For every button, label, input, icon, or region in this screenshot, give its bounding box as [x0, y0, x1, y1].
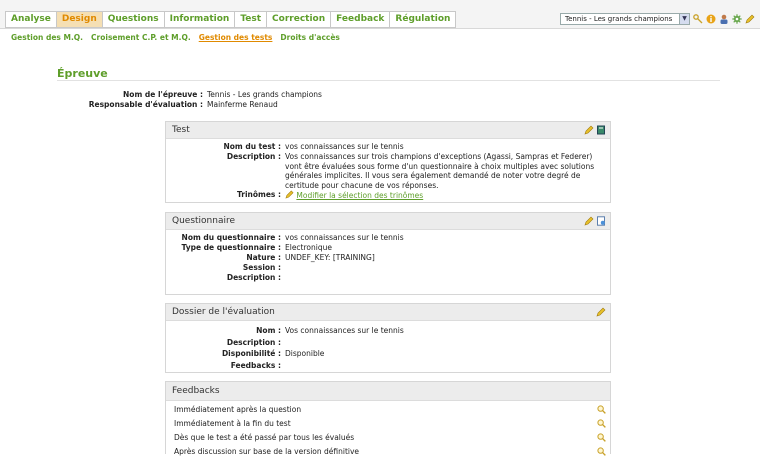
- test-desc-value: Vos connaissances sur trois champions d'…: [285, 152, 595, 190]
- trinomes-edit[interactable]: Modifier la sélection des trinômes: [281, 190, 601, 201]
- test-name-label: Nom du test :: [223, 142, 281, 151]
- tab-correction[interactable]: Correction: [267, 12, 332, 27]
- d-desc-value: [281, 337, 601, 349]
- test-panel-title: Test: [172, 125, 190, 135]
- toolbar: Tennis - Les grands champions ▼: [560, 13, 755, 25]
- chevron-down-icon: ▼: [679, 14, 689, 24]
- info-icon[interactable]: [706, 14, 716, 24]
- pencil-icon[interactable]: [596, 307, 606, 317]
- q-nature-label: Nature :: [246, 253, 281, 262]
- page-title: Épreuve: [57, 67, 108, 80]
- main-menu: Analyse Design Questions Information Tes…: [5, 11, 457, 28]
- magnifier-icon[interactable]: [597, 405, 606, 414]
- user-icon[interactable]: [719, 14, 729, 24]
- title-divider: [57, 80, 720, 81]
- dossier-panel-title: Dossier de l'évaluation: [172, 307, 275, 317]
- subnav-gestion-tests[interactable]: Gestion des tests: [199, 33, 273, 42]
- feedback-label: Immédiatement après la question: [174, 405, 302, 414]
- feedback-label: Immédiatement à la fin du test: [174, 419, 291, 428]
- q-name-value: vos connaissances sur le tennis: [285, 233, 404, 242]
- epreuve-resp-label: Responsable d'évaluation :: [88, 100, 203, 109]
- tab-test[interactable]: Test: [235, 12, 268, 27]
- d-name-value: Vos connaissances sur le tennis: [285, 326, 404, 335]
- feedback-row: Dès que le test a été passé par tous les…: [166, 431, 610, 445]
- feedbacks-panel: Feedbacks Immédiatement après la questio…: [165, 381, 611, 456]
- document-icon[interactable]: [596, 216, 606, 226]
- dossier-panel: Dossier de l'évaluation Nom : Vos connai…: [165, 303, 611, 373]
- tab-analyse[interactable]: Analyse: [6, 12, 57, 27]
- epreuve-name-label: Nom de l'épreuve :: [123, 90, 203, 99]
- epreuve-resp-value: Mainferme Renaud: [207, 100, 278, 109]
- key-icon[interactable]: [693, 14, 703, 24]
- pencil-icon[interactable]: [745, 14, 755, 24]
- magnifier-icon[interactable]: [597, 419, 606, 428]
- tab-information[interactable]: Information: [165, 12, 236, 27]
- d-feedbacks-value: [281, 360, 601, 372]
- d-feedbacks-label: Feedbacks :: [230, 360, 281, 370]
- feedback-label: Après discussion sur base de la version …: [174, 447, 360, 456]
- book-icon[interactable]: [596, 125, 606, 135]
- d-dispo-label: Disponibilité :: [221, 349, 281, 358]
- gear-icon[interactable]: [732, 14, 742, 24]
- top-bar: Analyse Design Questions Information Tes…: [0, 0, 760, 29]
- feedback-row: Immédiatement à la fin du test: [166, 417, 610, 431]
- feedbacks-panel-title: Feedbacks: [172, 386, 220, 396]
- subnav-gestion-mq[interactable]: Gestion des M.Q.: [11, 33, 83, 42]
- questionnaire-panel-header: Questionnaire: [166, 213, 610, 230]
- tab-feedback[interactable]: Feedback: [331, 12, 391, 27]
- test-desc-label: Description :: [226, 152, 281, 161]
- subnav-croisement[interactable]: Croisement C.P. et M.Q.: [91, 33, 191, 42]
- d-name-label: Nom :: [256, 326, 281, 335]
- subnav-droits-acces[interactable]: Droits d'accès: [280, 33, 339, 42]
- q-type-label: Type de questionnaire :: [181, 243, 281, 252]
- questionnaire-panel: Questionnaire Nom du questionnaire : vos…: [165, 212, 611, 295]
- q-desc-label: Description :: [226, 273, 281, 282]
- tab-design[interactable]: Design: [56, 12, 103, 27]
- test-select[interactable]: Tennis - Les grands champions ▼: [560, 13, 690, 25]
- test-panel-header: Test: [166, 122, 610, 139]
- q-session-value: [281, 263, 601, 273]
- epreuve-info: Nom de l'épreuve : Tennis - Les grands c…: [50, 90, 322, 110]
- sub-navigation: Gestion des M.Q. Croisement C.P. et M.Q.…: [11, 33, 340, 42]
- feedback-row: Immédiatement après la question: [166, 403, 610, 417]
- q-session-label: Session :: [242, 263, 281, 272]
- q-desc-value: [281, 273, 601, 283]
- q-name-label: Nom du questionnaire :: [181, 233, 281, 242]
- modify-trinomes-link[interactable]: Modifier la sélection des trinômes: [296, 191, 423, 200]
- tab-regulation[interactable]: Régulation: [390, 12, 455, 27]
- trinomes-label: Trinômes :: [236, 190, 281, 199]
- pencil-icon[interactable]: [584, 216, 594, 226]
- q-type-value: Electronique: [285, 243, 332, 252]
- feedbacks-panel-header: Feedbacks: [166, 382, 610, 401]
- magnifier-icon[interactable]: [597, 433, 606, 442]
- magnifier-icon[interactable]: [597, 447, 606, 456]
- feedback-row: Après discussion sur base de la version …: [166, 445, 610, 459]
- test-select-value: Tennis - Les grands champions: [565, 15, 673, 23]
- test-panel: Test Nom du test : vos connaissances sur…: [165, 121, 611, 203]
- questionnaire-panel-title: Questionnaire: [172, 216, 236, 226]
- epreuve-name-value: Tennis - Les grands champions: [207, 90, 322, 99]
- dossier-panel-header: Dossier de l'évaluation: [166, 304, 610, 321]
- d-desc-label: Description :: [226, 337, 281, 347]
- feedback-label: Dès que le test a été passé par tous les…: [174, 433, 355, 442]
- pencil-icon[interactable]: [584, 125, 594, 135]
- d-dispo-value: Disponible: [285, 349, 325, 358]
- pencil-icon: [285, 190, 294, 199]
- tab-questions[interactable]: Questions: [103, 12, 165, 27]
- test-name-value: vos connaissances sur le tennis: [285, 142, 404, 151]
- q-nature-value: UNDEF_KEY: [TRAINING]: [285, 253, 375, 262]
